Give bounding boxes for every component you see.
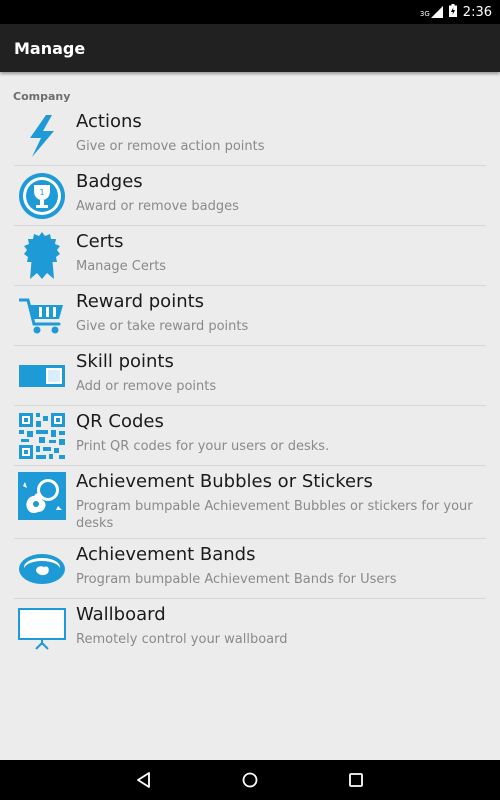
list-item-wallboard[interactable]: Wallboard Remotely control your wallboar… xyxy=(14,599,486,658)
item-title: Actions xyxy=(76,111,142,132)
signal-icon: 3G xyxy=(420,6,443,18)
item-title: Achievement Bands xyxy=(76,544,256,565)
item-title: Badges xyxy=(76,171,143,192)
status-bar: 3G 2:36 xyxy=(0,0,500,24)
page-title: Manage xyxy=(14,38,86,58)
back-triangle-icon xyxy=(137,772,150,788)
app-bar: Manage xyxy=(0,24,500,72)
home-circle-icon xyxy=(242,772,258,788)
list-item-badges[interactable]: 1 Badges Award or remove badges xyxy=(14,166,486,226)
item-title: Skill points xyxy=(76,351,174,372)
recents-square-icon xyxy=(349,773,363,787)
item-title: Reward points xyxy=(76,291,205,312)
item-title: QR Codes xyxy=(76,411,164,432)
wallboard-screen-icon xyxy=(18,605,66,653)
shopping-cart-icon xyxy=(18,292,66,340)
item-title: Certs xyxy=(76,231,124,252)
item-subtitle: Award or remove badges xyxy=(76,199,239,214)
network-type: 3G xyxy=(419,10,430,18)
battery-icon xyxy=(448,3,457,21)
clock: 2:36 xyxy=(462,4,492,20)
list-item-achievement-bubbles[interactable]: Achievement Bubbles or Stickers Program … xyxy=(14,466,486,539)
wristband-icon xyxy=(18,545,66,593)
item-subtitle: Print QR codes for your users or desks. xyxy=(76,439,330,454)
list-item-reward-points[interactable]: Reward points Give or take reward points xyxy=(14,286,486,346)
sticker-icon xyxy=(18,472,66,520)
item-subtitle: Give or take reward points xyxy=(76,319,249,334)
item-subtitle: Add or remove points xyxy=(76,379,217,394)
list-item-certs[interactable]: Certs Manage Certs xyxy=(14,226,486,286)
item-title: Achievement Bubbles or Stickers xyxy=(76,471,373,492)
list-item-actions[interactable]: Actions Give or remove action points xyxy=(14,106,486,166)
recents-button[interactable] xyxy=(303,773,409,787)
item-title: Wallboard xyxy=(76,604,166,625)
manage-list: Actions Give or remove action points 1 B… xyxy=(14,106,486,658)
item-subtitle: Give or remove action points xyxy=(76,139,265,154)
lightning-bolt-icon xyxy=(18,112,66,160)
trophy-badge-icon: 1 xyxy=(18,172,66,220)
item-subtitle: Program bumpable Achievement Bands for U… xyxy=(76,572,397,587)
navigation-bar xyxy=(0,760,500,800)
certificate-rosette-icon xyxy=(18,232,66,280)
item-subtitle: Manage Certs xyxy=(76,259,167,274)
manage-list-screen: Company Actions Give or remove action po… xyxy=(0,72,500,760)
list-item-qr-codes[interactable]: QR Codes Print QR codes for your users o… xyxy=(14,406,486,466)
list-item-achievement-bands[interactable]: Achievement Bands Program bumpable Achie… xyxy=(14,539,486,599)
section-header-company: Company xyxy=(13,90,71,103)
qr-code-icon xyxy=(18,412,66,460)
list-item-skill-points[interactable]: Skill points Add or remove points xyxy=(14,346,486,406)
home-button[interactable] xyxy=(197,772,303,788)
back-button[interactable] xyxy=(91,772,197,788)
skill-bar-icon xyxy=(18,352,66,400)
item-subtitle: Remotely control your wallboard xyxy=(76,632,288,647)
item-subtitle: Program bumpable Achievement Bubbles or … xyxy=(76,499,473,531)
svg-text:1: 1 xyxy=(39,188,44,197)
